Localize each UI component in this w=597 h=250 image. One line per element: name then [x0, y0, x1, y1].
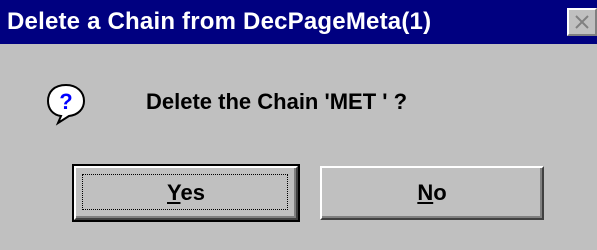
question-icon: ?	[46, 83, 86, 126]
no-button[interactable]: No	[320, 166, 544, 220]
close-button[interactable]	[567, 8, 597, 36]
window-title: Delete a Chain from DecPageMeta(1)	[7, 8, 432, 35]
confirmation-message: Delete the Chain 'MET ' ?	[146, 89, 408, 114]
no-label-rest: o	[433, 180, 447, 205]
yes-button[interactable]: Yes	[72, 164, 300, 222]
close-x-icon	[575, 15, 589, 29]
svg-text:?: ?	[59, 89, 72, 114]
no-accelerator: N	[417, 180, 434, 205]
dialog-body: ? Delete the Chain 'MET ' ? Yes No	[0, 44, 597, 250]
delete-chain-dialog: Delete a Chain from DecPageMeta(1) ? Del…	[0, 0, 597, 250]
yes-label-rest: es	[180, 180, 205, 205]
yes-button-label: Yes	[167, 180, 205, 205]
title-bar[interactable]: Delete a Chain from DecPageMeta(1)	[0, 0, 597, 44]
yes-accelerator: Y	[167, 180, 181, 205]
no-button-label: No	[417, 180, 446, 205]
